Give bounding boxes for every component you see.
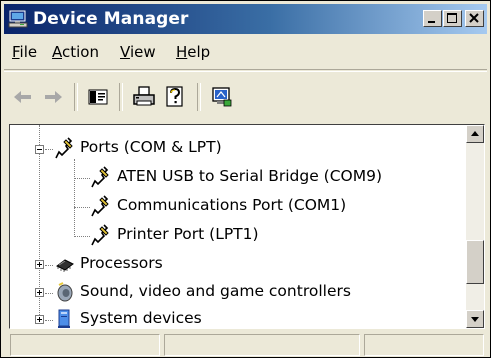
status-pane	[364, 334, 484, 356]
tree-node-label: ATEN USB to Serial Bridge (COM9)	[117, 167, 383, 185]
expand-toggle[interactable]	[35, 288, 44, 297]
minimize-icon	[428, 21, 435, 23]
print-icon	[133, 86, 155, 106]
menu-view[interactable]: View	[120, 43, 156, 61]
scroll-thumb[interactable]	[466, 240, 484, 284]
maximize-icon	[447, 13, 457, 23]
back-button[interactable]	[10, 84, 36, 110]
help-button[interactable]	[162, 84, 188, 110]
tree-node-processors[interactable]: Processors	[10, 251, 450, 278]
help-icon	[166, 86, 183, 107]
port-plug-icon	[90, 223, 112, 251]
toolbar-separator	[119, 83, 123, 111]
port-plug-icon	[90, 165, 112, 193]
tree-node-label: Printer Port (LPT1)	[117, 225, 259, 243]
system-computer-icon	[56, 308, 74, 328]
status-bar	[4, 332, 487, 356]
maximize-button[interactable]	[443, 10, 462, 27]
close-button[interactable]	[465, 10, 484, 27]
expand-toggle[interactable]	[35, 315, 44, 324]
tree-node-system-devices[interactable]: System devices	[10, 306, 450, 328]
tree-node-aten-usb-serial[interactable]: ATEN USB to Serial Bridge (COM9)	[10, 164, 466, 191]
port-plug-icon	[54, 136, 76, 164]
menu-help[interactable]: Help	[176, 43, 210, 61]
tree-node-label: System devices	[80, 309, 202, 327]
forward-button[interactable]	[40, 84, 66, 110]
toolbar-separator	[74, 83, 78, 111]
menu-file[interactable]: File	[12, 43, 37, 61]
tree-node-sound-video-game[interactable]: Sound, video and game controllers	[10, 279, 450, 306]
scan-hardware-button[interactable]	[209, 84, 235, 110]
toolbar	[4, 71, 487, 122]
tree-node-label: Communications Port (COM1)	[117, 196, 347, 214]
status-pane	[164, 334, 360, 356]
menu-bar: File Action View Help	[4, 35, 487, 70]
scroll-down-button[interactable]	[466, 310, 484, 328]
vertical-scrollbar[interactable]	[466, 125, 484, 328]
scan-hardware-icon	[212, 87, 232, 107]
menu-action[interactable]: Action	[52, 43, 99, 61]
port-plug-icon	[90, 194, 112, 222]
tree-node-label: Sound, video and game controllers	[80, 282, 351, 300]
tree-node-communications-port[interactable]: Communications Port (COM1)	[10, 193, 450, 220]
tree-node-label: Ports (COM & LPT)	[80, 138, 222, 156]
window-title: Device Manager	[33, 9, 189, 29]
speaker-icon	[55, 281, 75, 307]
properties-button[interactable]	[85, 84, 111, 110]
print-button[interactable]	[131, 84, 157, 110]
expand-toggle[interactable]	[35, 260, 44, 269]
arrow-up-icon	[471, 131, 479, 136]
scroll-up-button[interactable]	[466, 125, 484, 143]
computer-monitor-icon	[8, 10, 28, 28]
toolbar-separator	[197, 83, 201, 111]
arrow-down-icon	[471, 317, 479, 322]
device-tree[interactable]: Ports (COM & LPT) ATEN USB to Serial Bri…	[9, 124, 485, 329]
minimize-button[interactable]	[423, 10, 442, 27]
forward-arrow-icon	[45, 91, 62, 103]
tree-node-printer-port[interactable]: Printer Port (LPT1)	[10, 222, 450, 249]
title-bar[interactable]: Device Manager	[4, 4, 487, 34]
device-manager-window: Device Manager File Action View Help Por…	[0, 0, 491, 358]
status-pane	[10, 334, 160, 356]
collapse-toggle[interactable]	[35, 145, 44, 154]
processor-chip-icon	[55, 254, 75, 278]
close-icon	[469, 13, 479, 23]
device-tree-content: Ports (COM & LPT) ATEN USB to Serial Bri…	[10, 125, 466, 328]
back-arrow-icon	[14, 91, 31, 103]
tree-node-ports[interactable]: Ports (COM & LPT)	[10, 135, 450, 162]
tree-node-label: Processors	[80, 254, 163, 272]
properties-sheet-icon	[88, 89, 108, 105]
